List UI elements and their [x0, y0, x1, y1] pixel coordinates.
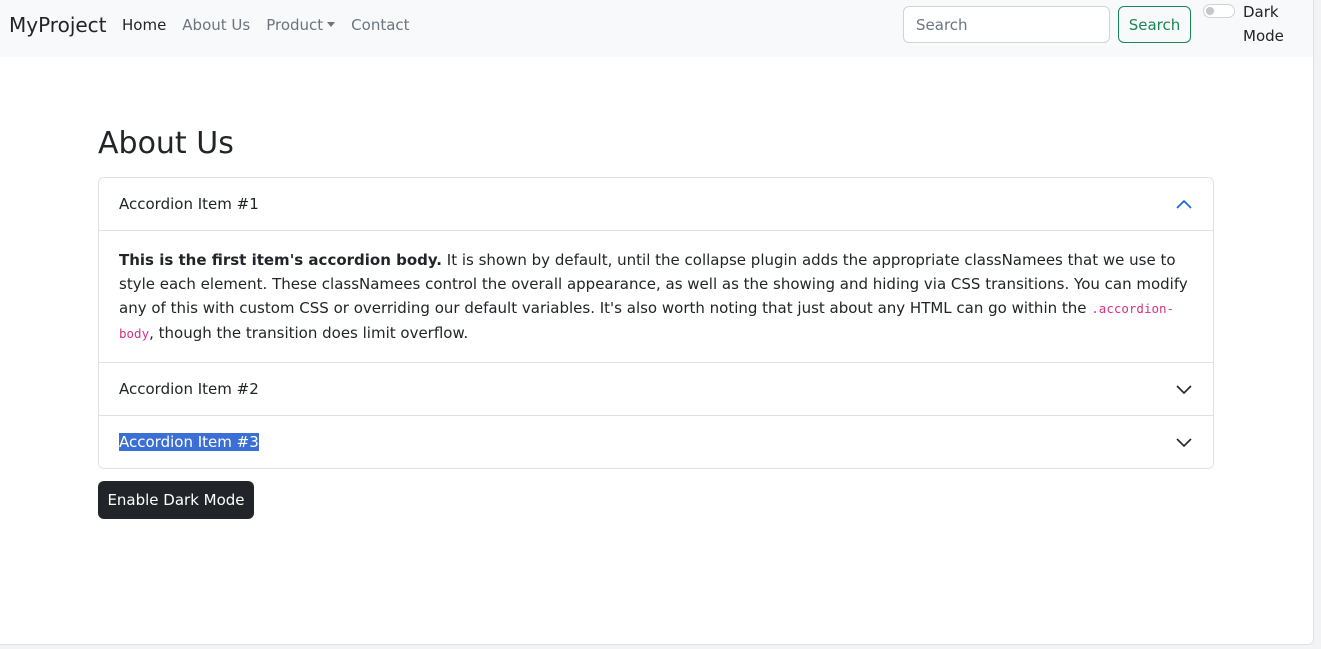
nav-link-contact[interactable]: Contact [351, 15, 409, 35]
accordion-item-1: Accordion Item #1 This is the first item… [99, 178, 1213, 362]
accordion-body-1: This is the first item's accordion body.… [99, 231, 1213, 362]
accordion-header-label: Accordion Item #2 [119, 380, 259, 398]
accordion-body-strong: This is the first item's accordion body. [119, 251, 443, 269]
navbar: MyProject Home About Us Product Contact … [0, 0, 1313, 57]
accordion-header-label: Accordion Item #1 [119, 195, 259, 213]
dark-mode-label[interactable]: Dark Mode [1243, 0, 1303, 48]
nav-link-product-label: Product [266, 16, 324, 34]
toggle-knob [1206, 7, 1214, 15]
accordion-header-1[interactable]: Accordion Item #1 [99, 178, 1213, 231]
accordion: Accordion Item #1 This is the first item… [98, 177, 1214, 469]
chevron-down-icon [1176, 438, 1192, 448]
page: MyProject Home About Us Product Contact … [0, 0, 1314, 645]
page-title: About Us [98, 126, 234, 161]
search-input[interactable] [903, 6, 1110, 43]
nav-link-home[interactable]: Home [122, 15, 166, 35]
nav-links: Home About Us Product Contact [122, 15, 426, 35]
accordion-item-3: Accordion Item #3 [99, 415, 1213, 468]
search-button[interactable]: Search [1118, 6, 1191, 43]
accordion-header-3[interactable]: Accordion Item #3 [99, 416, 1213, 468]
caret-down-icon [327, 21, 336, 27]
nav-link-about-us[interactable]: About Us [182, 15, 250, 35]
accordion-body-text-end: , though the transition does limit overf… [149, 324, 469, 342]
accordion-item-2: Accordion Item #2 [99, 362, 1213, 415]
dark-mode-toggle[interactable] [1203, 4, 1235, 18]
chevron-up-icon [1176, 199, 1192, 209]
accordion-header-2[interactable]: Accordion Item #2 [99, 363, 1213, 415]
chevron-down-icon [1176, 385, 1192, 395]
navbar-brand[interactable]: MyProject [9, 12, 107, 38]
nav-link-product-dropdown[interactable]: Product [266, 15, 336, 35]
enable-dark-mode-button[interactable]: Enable Dark Mode [98, 481, 254, 519]
nav-link-about-us-label: About Us [182, 16, 251, 34]
accordion-header-label: Accordion Item #3 [119, 433, 259, 451]
